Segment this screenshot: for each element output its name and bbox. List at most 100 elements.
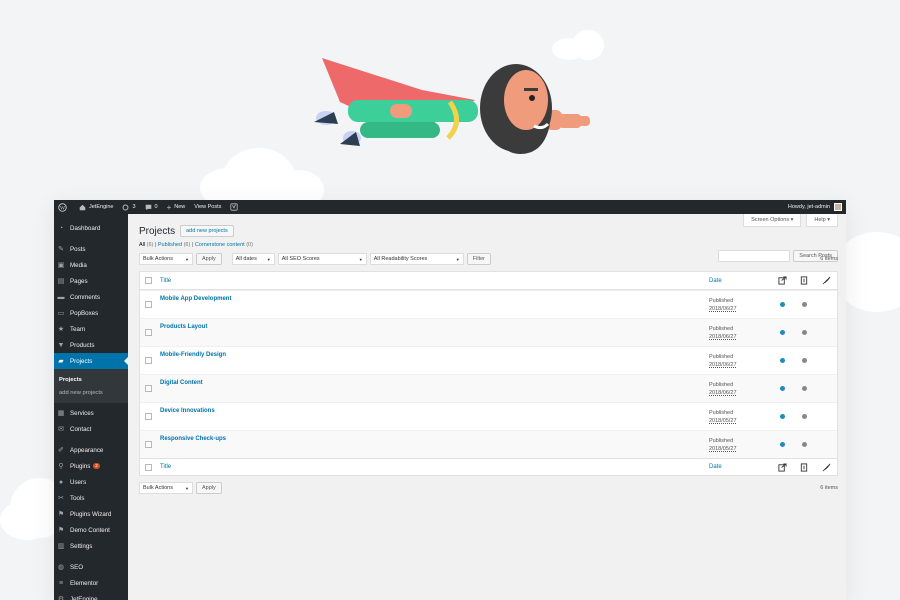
post-date: 2018/05/27 — [709, 445, 737, 452]
sidebar-item-pages[interactable]: ▤ Pages — [54, 273, 128, 289]
admin-bar-updates[interactable]: 3 — [122, 204, 136, 211]
bulk-actions-select[interactable]: Bulk Actions ▼ — [139, 253, 193, 265]
sidebar-item-label: Elementor — [70, 579, 99, 587]
sidebar-item-dashboard[interactable]: ◔ Dashboard — [54, 220, 128, 236]
seo-score-icon — [771, 462, 793, 472]
readability-score-icon — [793, 276, 815, 285]
view-all-link[interactable]: All (6) — [139, 242, 153, 248]
admin-bar-site-link[interactable]: JetEngine — [79, 204, 113, 211]
admin-bar-comments[interactable]: 0 — [145, 204, 158, 211]
sidebar-item-media[interactable]: ▣ Media — [54, 257, 128, 273]
comment-icon — [145, 204, 151, 210]
main-content: Screen Options ▾ Help ▾ Projects add new… — [128, 214, 846, 600]
project-title-link[interactable]: Products Layout — [160, 319, 709, 330]
wordpress-admin-window: W JetEngine 3 0 + New View Posts Howdy, … — [54, 200, 846, 600]
title-column-footer[interactable]: Title — [160, 464, 709, 470]
sidebar-item-posts[interactable]: ✎ Posts — [54, 241, 128, 257]
row-checkbox[interactable] — [145, 413, 152, 420]
row-checkbox[interactable] — [145, 301, 152, 308]
sidebar-item-appearance[interactable]: ✐ Appearance — [54, 442, 128, 458]
apply-button-bottom[interactable]: Apply — [196, 482, 222, 494]
flag-icon: ⚑ — [57, 511, 65, 518]
sidebar-item-settings[interactable]: ▥ Settings — [54, 538, 128, 554]
project-title-link[interactable]: Mobile-Friendly Design — [160, 347, 709, 358]
post-date: 2018/06/27 — [709, 333, 737, 340]
date-cell: Published 2018/06/27 — [709, 325, 771, 341]
sidebar-item-popboxes[interactable]: ▭ PopBoxes — [54, 305, 128, 321]
sidebar-item-projects[interactable]: ▰ Projects — [54, 353, 128, 369]
row-checkbox[interactable] — [145, 385, 152, 392]
sidebar-item-products[interactable]: ▼ Products — [54, 337, 128, 353]
media-icon: ▣ — [57, 262, 65, 269]
home-icon — [79, 204, 86, 210]
items-count: 6 items — [820, 256, 838, 262]
seo-icon: ◍ — [57, 564, 65, 571]
sidebar-item-plugins[interactable]: ⚲ Plugins 2 — [54, 458, 128, 474]
submenu-projects[interactable]: Projects — [54, 373, 128, 386]
help-button[interactable]: Help ▾ — [806, 214, 838, 227]
readability-scores-select[interactable]: All Readability Scores ▼ — [369, 253, 464, 265]
sidebar-item-comments[interactable]: ▬ Comments — [54, 289, 128, 305]
wrench-icon: ✂ — [58, 495, 64, 502]
site-name: JetEngine — [89, 204, 114, 210]
updates-count: 3 — [132, 204, 136, 210]
view-published-link[interactable]: Published (6) — [158, 242, 190, 248]
submenu-add-new-projects[interactable]: add new projects — [54, 386, 128, 399]
post-date: 2018/06/27 — [709, 389, 737, 396]
sidebar-item-jetengine[interactable]: ⚙ JetEngine — [54, 591, 128, 600]
seo-score-dot — [779, 386, 785, 391]
project-title-link[interactable]: Device Innovations — [160, 403, 709, 414]
user-icon: ● — [58, 478, 64, 486]
sidebar-item-label: Plugins — [70, 462, 91, 470]
readability-score-dot — [801, 330, 807, 335]
seo-scores-select[interactable]: All SEO Scores ▼ — [277, 253, 367, 265]
sidebar-item-tools[interactable]: ✂ Tools — [54, 490, 128, 506]
post-status: Published — [709, 437, 734, 444]
readability-score-dot — [801, 358, 807, 363]
sidebar-item-label: Posts — [70, 245, 86, 253]
date-cell: Published 2018/06/27 — [709, 297, 771, 313]
add-new-projects-button[interactable]: add new projects — [180, 225, 234, 237]
sidebar-item-label: Pages — [70, 277, 88, 285]
sidebar-item-elementor[interactable]: ≡ Elementor — [54, 575, 128, 591]
admin-bar-new[interactable]: + New — [167, 203, 186, 212]
title-column-header[interactable]: Title — [160, 278, 709, 284]
date-column-footer[interactable]: Date — [709, 463, 771, 471]
select-all-checkbox[interactable] — [145, 277, 152, 284]
table-row: Products Layout Published 2018/06/27 — [140, 318, 837, 346]
wordpress-logo-icon[interactable]: W — [58, 202, 70, 212]
filter-button[interactable]: Filter — [466, 253, 491, 265]
table-row: Digital Content Published 2018/06/27 — [140, 374, 837, 402]
services-icon: ▦ — [57, 410, 65, 417]
row-checkbox[interactable] — [145, 329, 152, 336]
bulk-actions-select-bottom[interactable]: Bulk Actions ▼ — [139, 482, 193, 494]
yoast-icon[interactable] — [230, 203, 241, 211]
search-input[interactable] — [718, 250, 791, 262]
view-cornerstone-link[interactable]: Cornerstone content (0) — [195, 242, 253, 248]
project-title-link[interactable]: Digital Content — [160, 375, 709, 386]
dates-select[interactable]: All dates ▼ — [231, 253, 275, 265]
sidebar-item-seo[interactable]: ◍ SEO — [54, 559, 128, 575]
admin-bar-account[interactable]: Howdy, jet-admin — [788, 203, 842, 211]
date-column-header[interactable]: Date — [709, 277, 771, 285]
comment-icon: ▬ — [57, 293, 65, 301]
table-row: Mobile App Development Published 2018/06/2… — [140, 290, 837, 318]
sidebar-item-users[interactable]: ● Users — [54, 474, 128, 490]
table-header-row: Title Date — [140, 272, 837, 290]
screen-options-button[interactable]: Screen Options ▾ — [743, 214, 802, 227]
sidebar-item-services[interactable]: ▦ Services — [54, 405, 128, 421]
select-all-checkbox-footer[interactable] — [145, 463, 152, 471]
project-title-link[interactable]: Mobile App Development — [160, 291, 709, 302]
sidebar-item-contact[interactable]: ✉ Contact — [54, 421, 128, 437]
seo-score-dot — [779, 302, 785, 307]
admin-bar-view-posts[interactable]: View Posts — [194, 204, 221, 210]
table-nav-bottom: Bulk Actions ▼ Apply 6 items — [139, 482, 838, 494]
sidebar-item-team[interactable]: ★ Team — [54, 321, 128, 337]
row-checkbox[interactable] — [145, 357, 152, 364]
sidebar-item-demo-content[interactable]: ⚑ Demo Content — [54, 522, 128, 538]
sidebar-item-plugins-wizard[interactable]: ⚑ Plugins Wizard — [54, 506, 128, 522]
project-title-link[interactable]: Responsive Check-ups — [160, 431, 709, 442]
apply-button[interactable]: Apply — [196, 253, 222, 265]
row-checkbox[interactable] — [145, 441, 152, 448]
plugin-icon: ⚲ — [58, 463, 64, 470]
